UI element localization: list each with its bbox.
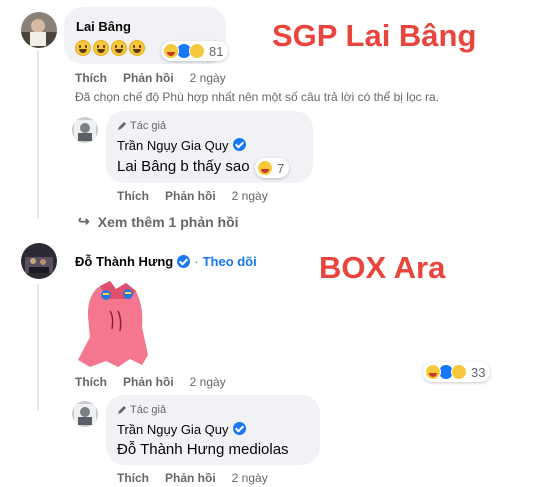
like-button[interactable]: Thích: [75, 71, 107, 85]
avatar-do-thanh-hung[interactable]: [21, 243, 57, 279]
reply-bubble: Tác giả Trần Ngụy Gia Quy Đỗ Thành Hưng …: [106, 395, 320, 465]
pink-ghost-sticker: [70, 277, 155, 370]
reaction-count: 81: [209, 43, 224, 59]
thread-line: [37, 50, 39, 218]
comment-actions: Thích Phản hồi 2 ngày: [75, 375, 226, 389]
haha-reaction-icon: [163, 43, 179, 59]
reaction-summary[interactable]: 33: [423, 362, 491, 382]
sad-reaction-icon: [189, 43, 205, 59]
reply-button[interactable]: Phản hồi: [123, 71, 174, 85]
reaction-count: 7: [277, 160, 285, 176]
author-badge: Tác giả: [130, 404, 167, 416]
grinning-face-icon: [93, 40, 109, 56]
like-button[interactable]: Thích: [75, 375, 107, 389]
verified-badge-icon: [177, 255, 191, 268]
comment-actions: Thích Phản hồi 2 ngày: [75, 71, 226, 85]
pencil-icon: [117, 121, 127, 131]
author-badge-row: Tác giả: [117, 404, 166, 416]
avatar-lai-bang[interactable]: [21, 12, 57, 48]
reply-actions: Thích Phản hồi 2 ngày: [117, 471, 268, 485]
reply-actions: Thích Phản hồi 2 ngày: [117, 189, 268, 203]
comment-author-name[interactable]: Lai Bâng: [76, 19, 131, 34]
grinning-face-icon: [111, 40, 127, 56]
haha-reaction-icon: [257, 160, 273, 176]
view-more-replies-button[interactable]: ↪ Xem thêm 1 phản hồi: [78, 213, 239, 230]
reply-timestamp[interactable]: 2 ngày: [232, 189, 268, 203]
reply-author-name: Trần Ngụy Gia Quy: [117, 422, 246, 437]
reply-author-name: Trần Ngụy Gia Quy: [117, 138, 246, 153]
author-badge: Tác giả: [130, 120, 167, 132]
avatar-tran-nguy-gia-quy[interactable]: [72, 401, 98, 427]
verified-badge-icon: [232, 138, 246, 151]
grinning-face-icon: [75, 40, 91, 56]
reply-button[interactable]: Phản hồi: [165, 189, 216, 203]
comment-timestamp[interactable]: 2 ngày: [190, 71, 226, 85]
comment-timestamp[interactable]: 2 ngày: [190, 375, 226, 389]
reply-button[interactable]: Phản hồi: [123, 375, 174, 389]
thread-line: [37, 284, 39, 410]
filter-notice: Đã chọn chế độ Phù hợp nhất nên một số c…: [75, 90, 439, 104]
overlay-label-sgp: SGP Lai Bâng: [272, 18, 477, 53]
reply-text: Đỗ Thành Hưng mediolas: [117, 441, 289, 458]
avatar-tran-nguy-gia-quy[interactable]: [72, 117, 98, 143]
overlay-label-box: BOX Ara: [319, 250, 446, 285]
sad-reaction-icon: [451, 364, 467, 380]
pencil-icon: [117, 405, 127, 415]
view-more-replies-label: Xem thêm 1 phản hồi: [97, 213, 239, 230]
separator-dot: ·: [194, 254, 199, 269]
like-button[interactable]: Thích: [117, 471, 149, 485]
reaction-count: 33: [471, 364, 486, 380]
author-badge-row: Tác giả: [117, 120, 166, 132]
grinning-face-icon: [129, 40, 145, 56]
reply-author-link[interactable]: Trần Ngụy Gia Quy: [117, 138, 229, 153]
reaction-summary[interactable]: 7: [255, 158, 290, 178]
comment-author-name[interactable]: Đỗ Thành Hưng: [75, 254, 173, 269]
reply-timestamp[interactable]: 2 ngày: [232, 471, 268, 485]
reply-button[interactable]: Phản hồi: [165, 471, 216, 485]
mention-link[interactable]: Đỗ Thành Hưng: [117, 441, 224, 458]
mention-link[interactable]: Lai Bâng: [117, 158, 176, 175]
comment-emoji-text: [75, 40, 147, 58]
like-button[interactable]: Thích: [117, 189, 149, 203]
follow-button[interactable]: Theo dõi: [203, 254, 257, 269]
reaction-summary[interactable]: 81: [161, 41, 229, 61]
comment-author-row: Đỗ Thành Hưng · Theo dõi: [75, 254, 257, 269]
reply-arrow-icon: ↪: [78, 213, 90, 229]
reply-author-link[interactable]: Trần Ngụy Gia Quy: [117, 422, 229, 437]
verified-badge-icon: [232, 422, 246, 435]
haha-reaction-icon: [425, 364, 441, 380]
reply-text: Lai Bâng b thấy sao: [117, 158, 250, 175]
